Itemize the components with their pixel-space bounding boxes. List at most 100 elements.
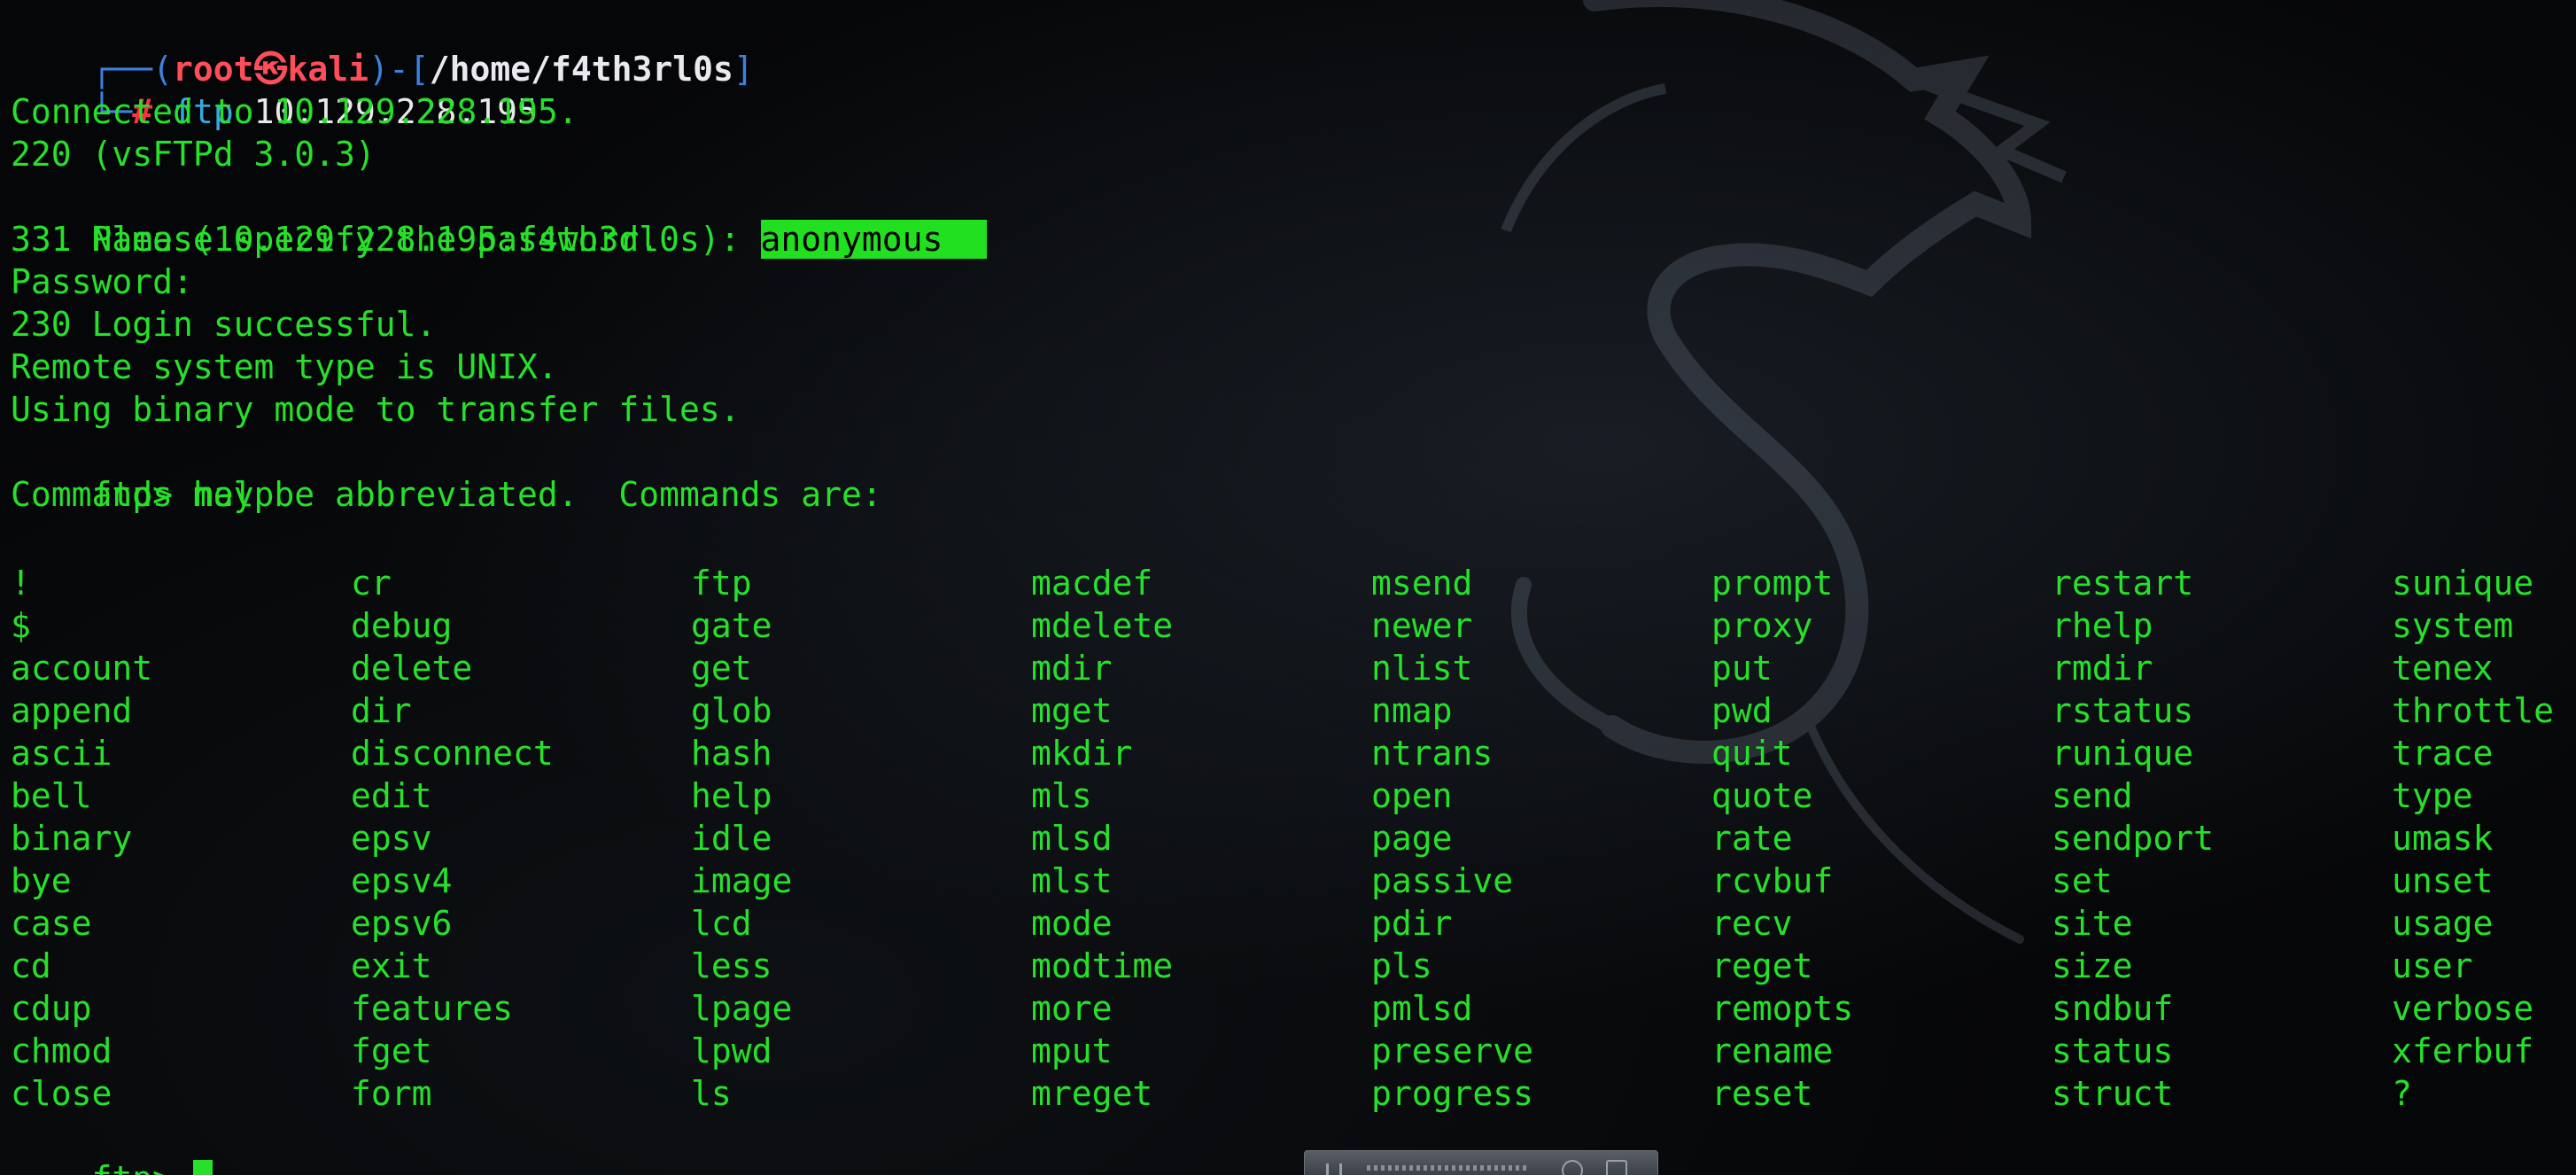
ftp-command-item: hash <box>691 734 772 773</box>
ftp-command-item: append <box>11 691 133 730</box>
terminal-window[interactable]: ┌──(root㉿kali)-[/home/f4th3rl0s] └─# ftp… <box>0 0 2576 1175</box>
ftp-command-item: edit <box>351 776 432 815</box>
ftp-command-item: close <box>11 1074 113 1113</box>
ftp-command-item: type <box>2392 776 2473 815</box>
ftp-command-item: cr <box>351 564 392 603</box>
ftp-command-item: umask <box>2392 819 2494 858</box>
final-prompt-line[interactable]: ftp> <box>11 1115 213 1175</box>
media-progress-track[interactable] <box>1367 1165 1526 1171</box>
ftp-command-item: ? <box>2392 1074 2412 1113</box>
ftp-command-item: ascii <box>11 734 113 773</box>
command-column-7: restart rhelp rmdir rstatus runique send sendp… <box>2052 562 2214 1115</box>
pause-icon[interactable] <box>1326 1163 1342 1175</box>
ftp-command-item: reset <box>1711 1074 1813 1113</box>
ftp-command-item: more <box>1031 989 1113 1028</box>
ftp-command-item: pls <box>1371 946 1432 985</box>
ftp-command-item: exit <box>351 946 432 985</box>
ftp-command-item: lpage <box>691 989 793 1028</box>
ftp-command-item: chmod <box>11 1031 113 1070</box>
output-password-request: 331 Please specify the password. <box>11 220 660 259</box>
output-system-type: Remote system type is UNIX. <box>11 347 558 386</box>
ftp-command-item: recv <box>1711 904 1793 943</box>
command-column-3: ftp gate get glob hash help idle image lcd less lp… <box>691 562 792 1115</box>
ftp-command-item: debug <box>351 606 453 645</box>
ftp-command-item: rcvbuf <box>1711 861 1834 900</box>
ftp-command-item: mlsd <box>1031 819 1113 858</box>
expand-icon[interactable] <box>1606 1160 1627 1175</box>
ftp-command-item: cd <box>11 946 51 985</box>
ftp-command-item: send <box>2052 776 2133 815</box>
prompt-frame-close: ] <box>733 50 754 89</box>
ftp-command-item: nlist <box>1371 649 1473 688</box>
ftp-command-item: lpwd <box>691 1031 772 1070</box>
ftp-command-item: verbose <box>2392 989 2534 1028</box>
ftp-command-item: epsv6 <box>351 904 453 943</box>
ftp-command-item: progress <box>1371 1074 1534 1113</box>
ftp-command-item: sndbuf <box>2052 989 2174 1028</box>
ftp-command-item: struct <box>2052 1074 2174 1113</box>
output-banner: 220 (vsFTPd 3.0.3) <box>11 135 376 174</box>
ftp-command-item: mdir <box>1031 649 1113 688</box>
name-input-highlight: anonymous <box>760 220 988 259</box>
command-column-4: macdef mdelete mdir mget mkdir mls mlsd mlst mod… <box>1031 562 1173 1115</box>
text-cursor[interactable] <box>192 1160 213 1175</box>
ftp-command-item: epsv4 <box>351 861 453 900</box>
ftp-command-item: open <box>1371 776 1453 815</box>
ftp-command-item: disconnect <box>351 734 554 773</box>
ftp-command-item: rhelp <box>2052 606 2153 645</box>
ftp-command-item: delete <box>351 649 473 688</box>
command-column-8: sunique system tenex throttle trace type umask… <box>2392 562 2554 1115</box>
ftp-command-item: macdef <box>1031 564 1153 603</box>
ftp-command-item: idle <box>691 819 772 858</box>
ftp-command-item: user <box>2392 946 2473 985</box>
circle-button-icon[interactable] <box>1562 1160 1583 1175</box>
ftp-command-item: case <box>11 904 92 943</box>
ftp-command-item: rstatus <box>2052 691 2194 730</box>
ftp-command-item: lcd <box>691 904 752 943</box>
ftp-command-item: mput <box>1031 1031 1113 1070</box>
password-prompt: Password: <box>11 262 193 301</box>
ftp-command-item: reget <box>1711 946 1813 985</box>
ftp-command-item: set <box>2052 861 2113 900</box>
output-login-success: 230 Login successful. <box>11 305 437 344</box>
ftp-command-item: mdelete <box>1031 606 1174 645</box>
ftp-command-item: mlst <box>1031 861 1113 900</box>
kali-dragon-watermark <box>1501 0 2067 944</box>
ftp-command-item: account <box>11 649 153 688</box>
ftp-command-item: help <box>691 776 772 815</box>
ftp-command-item: tenex <box>2392 649 2494 688</box>
ftp-command-item: cdup <box>11 989 92 1028</box>
ftp-command-item: size <box>2052 946 2133 985</box>
command-column-6: prompt proxy put pwd quit quote rate rcvbuf recv… <box>1711 562 1853 1115</box>
ftp-command-item: xferbuf <box>2392 1031 2534 1070</box>
ftp-command-item: page <box>1371 819 1453 858</box>
ftp-command-item: rename <box>1711 1031 1834 1070</box>
ftp-command-item: bell <box>11 776 92 815</box>
ftp-command-item: epsv <box>351 819 432 858</box>
shell-prompt-header: ┌──(root㉿kali)-[/home/f4th3rl0s] <box>11 5 754 89</box>
shell-command-line: └─# ftp 10.129.228.195 <box>11 48 538 131</box>
ftp-command-item: image <box>691 861 793 900</box>
ftp-command-item: less <box>691 946 772 985</box>
ftp-command-item: bye <box>11 861 72 900</box>
ftp-command-item: usage <box>2392 904 2494 943</box>
ftp-command-item: ntrans <box>1371 734 1494 773</box>
ftp-command-item: $ <box>11 606 31 645</box>
media-control-widget[interactable] <box>1304 1150 1658 1175</box>
ftp-command-item: dir <box>351 691 412 730</box>
ftp-command-item: form <box>351 1074 432 1113</box>
command-column-1: ! $ account append ascii bell binary bye case cd c… <box>11 562 152 1115</box>
ftp-command-item: sendport <box>2052 819 2215 858</box>
ftp-command-item: throttle <box>2392 691 2555 730</box>
output-binary-mode: Using binary mode to transfer files. <box>11 390 741 429</box>
ftp-command-item: binary <box>11 819 133 858</box>
ftp-command-item: runique <box>2052 734 2194 773</box>
ftp-command-item: newer <box>1371 606 1473 645</box>
command-column-5: msend newer nlist nmap ntrans open page passive… <box>1371 562 1533 1115</box>
ftp-command-item: mget <box>1031 691 1113 730</box>
ftp-command-item: glob <box>691 691 772 730</box>
ftp-command-item: put <box>1711 649 1773 688</box>
ftp-command-item: restart <box>2052 564 2194 603</box>
ftp-command-item: trace <box>2392 734 2494 773</box>
ftp-command-item: prompt <box>1711 564 1834 603</box>
